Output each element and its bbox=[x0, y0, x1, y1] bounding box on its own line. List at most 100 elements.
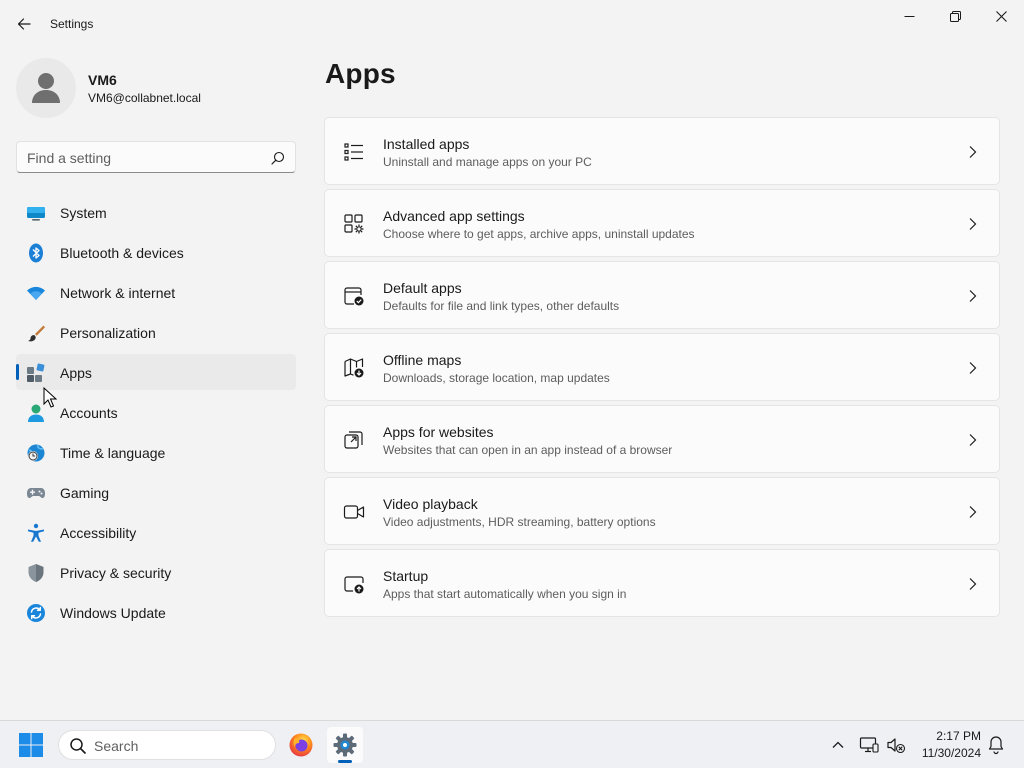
chevron-right-icon bbox=[969, 506, 977, 518]
maximize-icon bbox=[949, 10, 961, 22]
app-settings-icon bbox=[344, 214, 364, 234]
taskbar-search-label: Search bbox=[94, 738, 139, 754]
sidebar-item-label: Accessibility bbox=[60, 525, 137, 541]
card-title: Offline maps bbox=[383, 352, 462, 368]
card-advanced-app-settings[interactable]: Advanced app settings Choose where to ge… bbox=[324, 189, 1000, 257]
find-setting-input[interactable] bbox=[27, 148, 267, 168]
chevron-right-icon bbox=[969, 578, 977, 590]
update-icon bbox=[27, 604, 45, 622]
card-apps-for-websites[interactable]: Apps for websites Websites that can open… bbox=[324, 405, 1000, 473]
sidebar-item-gaming[interactable]: Gaming bbox=[16, 474, 296, 510]
card-title: Default apps bbox=[383, 280, 462, 296]
close-icon bbox=[995, 10, 1007, 22]
taskbar-firefox[interactable] bbox=[283, 727, 319, 763]
firefox-icon bbox=[289, 733, 313, 757]
sidebar-item-time-language[interactable]: Time & language bbox=[16, 434, 296, 470]
avatar[interactable] bbox=[16, 58, 76, 118]
mouse-cursor-icon bbox=[43, 387, 57, 408]
video-icon bbox=[343, 505, 365, 519]
chevron-right-icon bbox=[969, 290, 977, 302]
notification-bell-icon[interactable] bbox=[987, 735, 1005, 755]
sidebar-item-system[interactable]: System bbox=[16, 194, 296, 230]
back-arrow-icon bbox=[17, 18, 31, 30]
open-external-icon bbox=[344, 431, 363, 449]
chevron-right-icon bbox=[969, 218, 977, 230]
card-description: Defaults for file and link types, other … bbox=[383, 299, 620, 313]
sidebar-item-label: Gaming bbox=[60, 485, 110, 501]
minimize-icon bbox=[904, 15, 914, 17]
clock-date[interactable]: 11/30/2024 bbox=[900, 746, 981, 760]
startup-icon bbox=[344, 576, 364, 594]
sidebar-nav: System Bluetooth & devices Network & int… bbox=[16, 194, 296, 634]
sidebar-item-bluetooth[interactable]: Bluetooth & devices bbox=[16, 234, 296, 270]
card-description: Uninstall and manage apps on your PC bbox=[383, 155, 592, 169]
card-installed-apps[interactable]: Installed apps Uninstall and manage apps… bbox=[324, 117, 1000, 185]
card-title: Startup bbox=[383, 568, 429, 584]
chevron-right-icon bbox=[969, 362, 977, 374]
sidebar-item-label: Accounts bbox=[60, 405, 118, 421]
minimize-button[interactable] bbox=[886, 0, 932, 32]
sidebar-item-label: Privacy & security bbox=[60, 565, 172, 581]
sidebar-item-label: Bluetooth & devices bbox=[60, 245, 184, 261]
taskbar-settings[interactable] bbox=[327, 727, 363, 763]
selection-indicator bbox=[16, 364, 19, 380]
card-description: Apps that start automatically when you s… bbox=[383, 587, 627, 601]
sidebar-item-label: System bbox=[60, 205, 107, 221]
sidebar-item-accounts[interactable]: Accounts bbox=[16, 394, 296, 430]
sidebar-item-label: Personalization bbox=[60, 325, 156, 341]
paintbrush-icon bbox=[28, 325, 45, 342]
gamepad-icon bbox=[27, 488, 45, 498]
app-title: Settings bbox=[50, 17, 94, 31]
user-name: VM6 bbox=[88, 72, 117, 88]
windows-start-icon[interactable] bbox=[18, 732, 44, 758]
chevron-right-icon bbox=[969, 434, 977, 446]
list-icon bbox=[344, 143, 363, 161]
taskbar-search[interactable]: Search bbox=[58, 730, 276, 760]
find-setting-box[interactable] bbox=[16, 141, 296, 173]
title-bar: Settings bbox=[0, 0, 1024, 48]
sidebar-item-label: Time & language bbox=[60, 445, 166, 461]
card-description: Choose where to get apps, archive apps, … bbox=[383, 227, 695, 241]
card-title: Installed apps bbox=[383, 136, 470, 152]
chevron-up-icon[interactable] bbox=[829, 736, 847, 754]
search-icon[interactable] bbox=[271, 151, 285, 165]
wifi-icon bbox=[27, 286, 45, 300]
card-description: Websites that can open in an app instead… bbox=[383, 443, 673, 457]
bluetooth-icon bbox=[29, 243, 43, 263]
sidebar-item-label: Network & internet bbox=[60, 285, 176, 301]
clock-time[interactable]: 2:17 PM bbox=[900, 729, 981, 743]
settings-gear-icon bbox=[333, 733, 357, 757]
map-icon bbox=[344, 358, 364, 378]
taskbar: Search 2:17 PM 11/30/2024 bbox=[0, 720, 1024, 768]
sidebar-item-windows-update[interactable]: Windows Update bbox=[16, 594, 296, 630]
sidebar-item-network[interactable]: Network & internet bbox=[16, 274, 296, 310]
sidebar-item-label: Apps bbox=[60, 365, 92, 381]
card-video-playback[interactable]: Video playback Video adjustments, HDR st… bbox=[324, 477, 1000, 545]
search-icon bbox=[70, 738, 86, 754]
person-icon bbox=[32, 73, 60, 103]
card-title: Apps for websites bbox=[383, 424, 494, 440]
maximize-button[interactable] bbox=[932, 0, 978, 32]
network-icon[interactable] bbox=[859, 735, 879, 755]
card-startup[interactable]: Startup Apps that start automatically wh… bbox=[324, 549, 1000, 617]
card-description: Downloads, storage location, map updates bbox=[383, 371, 610, 385]
sidebar-item-personalization[interactable]: Personalization bbox=[16, 314, 296, 350]
sidebar-item-privacy-security[interactable]: Privacy & security bbox=[16, 554, 296, 590]
sidebar-item-apps[interactable]: Apps bbox=[16, 354, 296, 390]
back-button[interactable] bbox=[10, 10, 38, 38]
sidebar-item-accessibility[interactable]: Accessibility bbox=[16, 514, 296, 550]
apps-settings-list: Installed apps Uninstall and manage apps… bbox=[324, 117, 1000, 621]
close-button[interactable] bbox=[978, 0, 1024, 32]
card-default-apps[interactable]: Default apps Defaults for file and link … bbox=[324, 261, 1000, 329]
active-app-indicator bbox=[338, 760, 352, 763]
monitor-icon bbox=[27, 207, 45, 221]
accessibility-icon bbox=[28, 523, 44, 542]
user-email: VM6@collabnet.local bbox=[88, 91, 201, 105]
card-title: Video playback bbox=[383, 496, 478, 512]
card-title: Advanced app settings bbox=[383, 208, 525, 224]
chevron-right-icon bbox=[969, 146, 977, 158]
apps-icon bbox=[27, 363, 45, 382]
default-apps-icon bbox=[344, 287, 364, 306]
card-offline-maps[interactable]: Offline maps Downloads, storage location… bbox=[324, 333, 1000, 401]
globe-clock-icon bbox=[27, 444, 45, 462]
